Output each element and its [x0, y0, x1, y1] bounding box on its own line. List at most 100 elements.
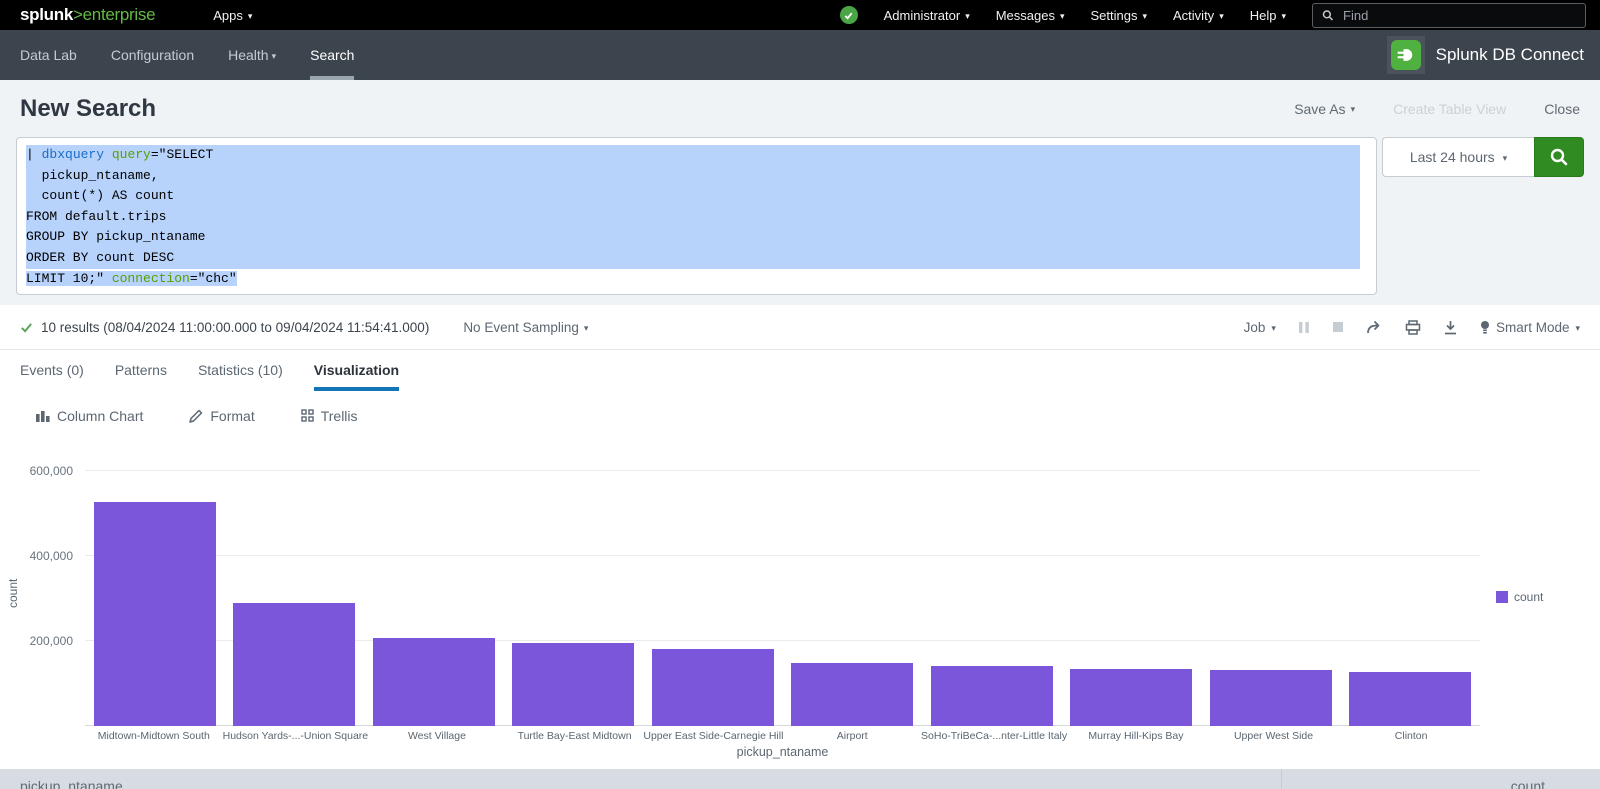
stop-icon	[1332, 321, 1344, 333]
bar-slot	[922, 456, 1062, 726]
x-axis-title: pickup_ntaname	[85, 745, 1480, 759]
download-icon	[1443, 320, 1458, 335]
splunk-topbar: splunk>enterprise Apps ▾ Administrator ▾…	[0, 0, 1600, 30]
chart-type-picker[interactable]: Column Chart	[36, 408, 143, 424]
header-actions: Save As ▾ Create Table View Close	[1294, 101, 1580, 117]
results-summary-group: 10 results (08/04/2024 11:00:00.000 to 0…	[20, 320, 429, 335]
bar-7[interactable]	[931, 666, 1053, 726]
close-button[interactable]: Close	[1544, 101, 1580, 117]
results-summary: 10 results (08/04/2024 11:00:00.000 to 0…	[41, 320, 429, 335]
chevron-down-icon: ▾	[272, 52, 277, 61]
chevron-down-icon: ▾	[584, 324, 589, 333]
legend-item-count[interactable]: count	[1496, 590, 1543, 604]
bar-slot	[504, 456, 644, 726]
time-range-group: Last 24 hours ▾	[1382, 137, 1584, 177]
legend-swatch	[1496, 591, 1508, 603]
chevron-down-icon: ▾	[1060, 12, 1065, 21]
query-line: count(*) AS count	[26, 186, 1360, 207]
page-header: New Search Save As ▾ Create Table View C…	[16, 80, 1584, 137]
bar-slot	[643, 456, 783, 726]
x-axis-labels: Midtown-Midtown SouthHudson Yards-...-Un…	[85, 730, 1480, 742]
share-button[interactable]	[1366, 320, 1383, 335]
nav-item-health[interactable]: Health ▾	[211, 30, 293, 80]
apps-menu[interactable]: Apps ▾	[213, 8, 252, 23]
find-search-box[interactable]	[1312, 3, 1586, 28]
search-mode-label: Smart Mode	[1496, 320, 1570, 335]
chevron-down-icon: ▾	[248, 12, 253, 21]
bar-6[interactable]	[791, 663, 913, 726]
pause-button[interactable]	[1298, 321, 1310, 334]
format-label: Format	[210, 408, 254, 424]
event-sampling-dropdown[interactable]: No Event Sampling ▾	[463, 320, 588, 335]
logo-gt-text: >	[73, 5, 83, 24]
bars-container	[85, 456, 1480, 726]
topbar-right-group: Administrator ▾ Messages ▾ Settings ▾ Ac…	[840, 3, 1586, 28]
app-brand[interactable]: Splunk DB Connect	[1387, 36, 1584, 74]
stop-button[interactable]	[1332, 321, 1344, 333]
bar-slot	[364, 456, 504, 726]
x-axis-category-label: West Village	[368, 730, 506, 742]
db-connect-plug-icon	[1391, 40, 1421, 70]
lightbulb-icon	[1480, 320, 1490, 335]
trellis-grid-icon	[301, 409, 314, 422]
pause-icon	[1298, 321, 1310, 334]
splunk-enterprise-logo: splunk>enterprise	[20, 5, 155, 25]
run-search-button[interactable]	[1534, 137, 1584, 177]
job-menu[interactable]: Job ▾	[1244, 320, 1276, 335]
nav-item-configuration[interactable]: Configuration	[94, 30, 211, 80]
create-table-view-button[interactable]: Create Table View	[1393, 101, 1506, 117]
save-as-button[interactable]: Save As ▾	[1294, 101, 1355, 117]
time-range-label: Last 24 hours	[1410, 149, 1495, 165]
bar-2[interactable]	[233, 603, 355, 726]
x-axis-category-label: Clinton	[1342, 730, 1480, 742]
x-axis-category-label: Hudson Yards-...-Union Square	[223, 730, 369, 742]
chart-type-label: Column Chart	[57, 408, 143, 424]
search-icon	[1322, 9, 1334, 22]
nav-item-data-lab[interactable]: Data Lab	[3, 30, 94, 80]
administrator-menu[interactable]: Administrator ▾	[884, 8, 970, 23]
bar-4[interactable]	[512, 643, 634, 726]
help-menu[interactable]: Help ▾	[1250, 8, 1286, 23]
chevron-down-icon: ▾	[1271, 324, 1276, 333]
chevron-down-icon: ▾	[965, 12, 970, 21]
bar-slot	[783, 456, 923, 726]
tab-label: Events (0)	[20, 362, 84, 378]
tab-label: Patterns	[115, 362, 167, 378]
print-button[interactable]	[1405, 320, 1421, 335]
health-status-icon[interactable]	[840, 6, 858, 24]
bar-8[interactable]	[1070, 669, 1192, 726]
settings-menu[interactable]: Settings ▾	[1091, 8, 1148, 23]
tab-statistics[interactable]: Statistics (10)	[198, 350, 283, 391]
find-input[interactable]	[1341, 7, 1576, 24]
x-axis-category-label: Midtown-Midtown South	[85, 730, 223, 742]
tab-events[interactable]: Events (0)	[20, 350, 84, 391]
search-mode-dropdown[interactable]: Smart Mode ▾	[1480, 320, 1580, 335]
tab-patterns[interactable]: Patterns	[115, 350, 167, 391]
bar-9[interactable]	[1210, 670, 1332, 726]
x-axis-category-label: SoHo-TriBeCa-...nter-Little Italy	[921, 730, 1067, 742]
format-button[interactable]: Format	[189, 408, 254, 424]
bar-1[interactable]	[94, 502, 216, 726]
trellis-button[interactable]: Trellis	[301, 408, 358, 424]
activity-menu[interactable]: Activity ▾	[1173, 8, 1224, 23]
create-table-view-label: Create Table View	[1393, 101, 1506, 117]
time-range-picker[interactable]: Last 24 hours ▾	[1382, 137, 1534, 177]
chevron-down-icon: ▾	[1219, 12, 1224, 21]
column-header-pickup-ntaname[interactable]: pickup_ntaname	[0, 769, 1281, 789]
x-axis-category-label: Turtle Bay-East Midtown	[506, 730, 644, 742]
column-header-count[interactable]: count	[1281, 769, 1600, 789]
bar-5[interactable]	[652, 649, 774, 726]
export-button[interactable]	[1443, 320, 1458, 335]
chevron-down-icon: ▾	[1503, 154, 1508, 163]
logo-product-text: enterprise	[83, 5, 156, 24]
bar-3[interactable]	[373, 638, 495, 726]
nav-item-label: Health	[228, 30, 268, 80]
nav-item-search[interactable]: Search	[293, 30, 371, 80]
check-icon	[843, 10, 854, 21]
search-query-input[interactable]: | dbxquery query="SELECT pickup_ntaname,…	[16, 137, 1377, 295]
bar-10[interactable]	[1349, 672, 1471, 726]
tab-visualization[interactable]: Visualization	[314, 350, 399, 391]
query-line: LIMIT 10;" connection="chc"	[26, 269, 1360, 290]
messages-menu[interactable]: Messages ▾	[996, 8, 1065, 23]
success-check-icon	[20, 321, 33, 334]
